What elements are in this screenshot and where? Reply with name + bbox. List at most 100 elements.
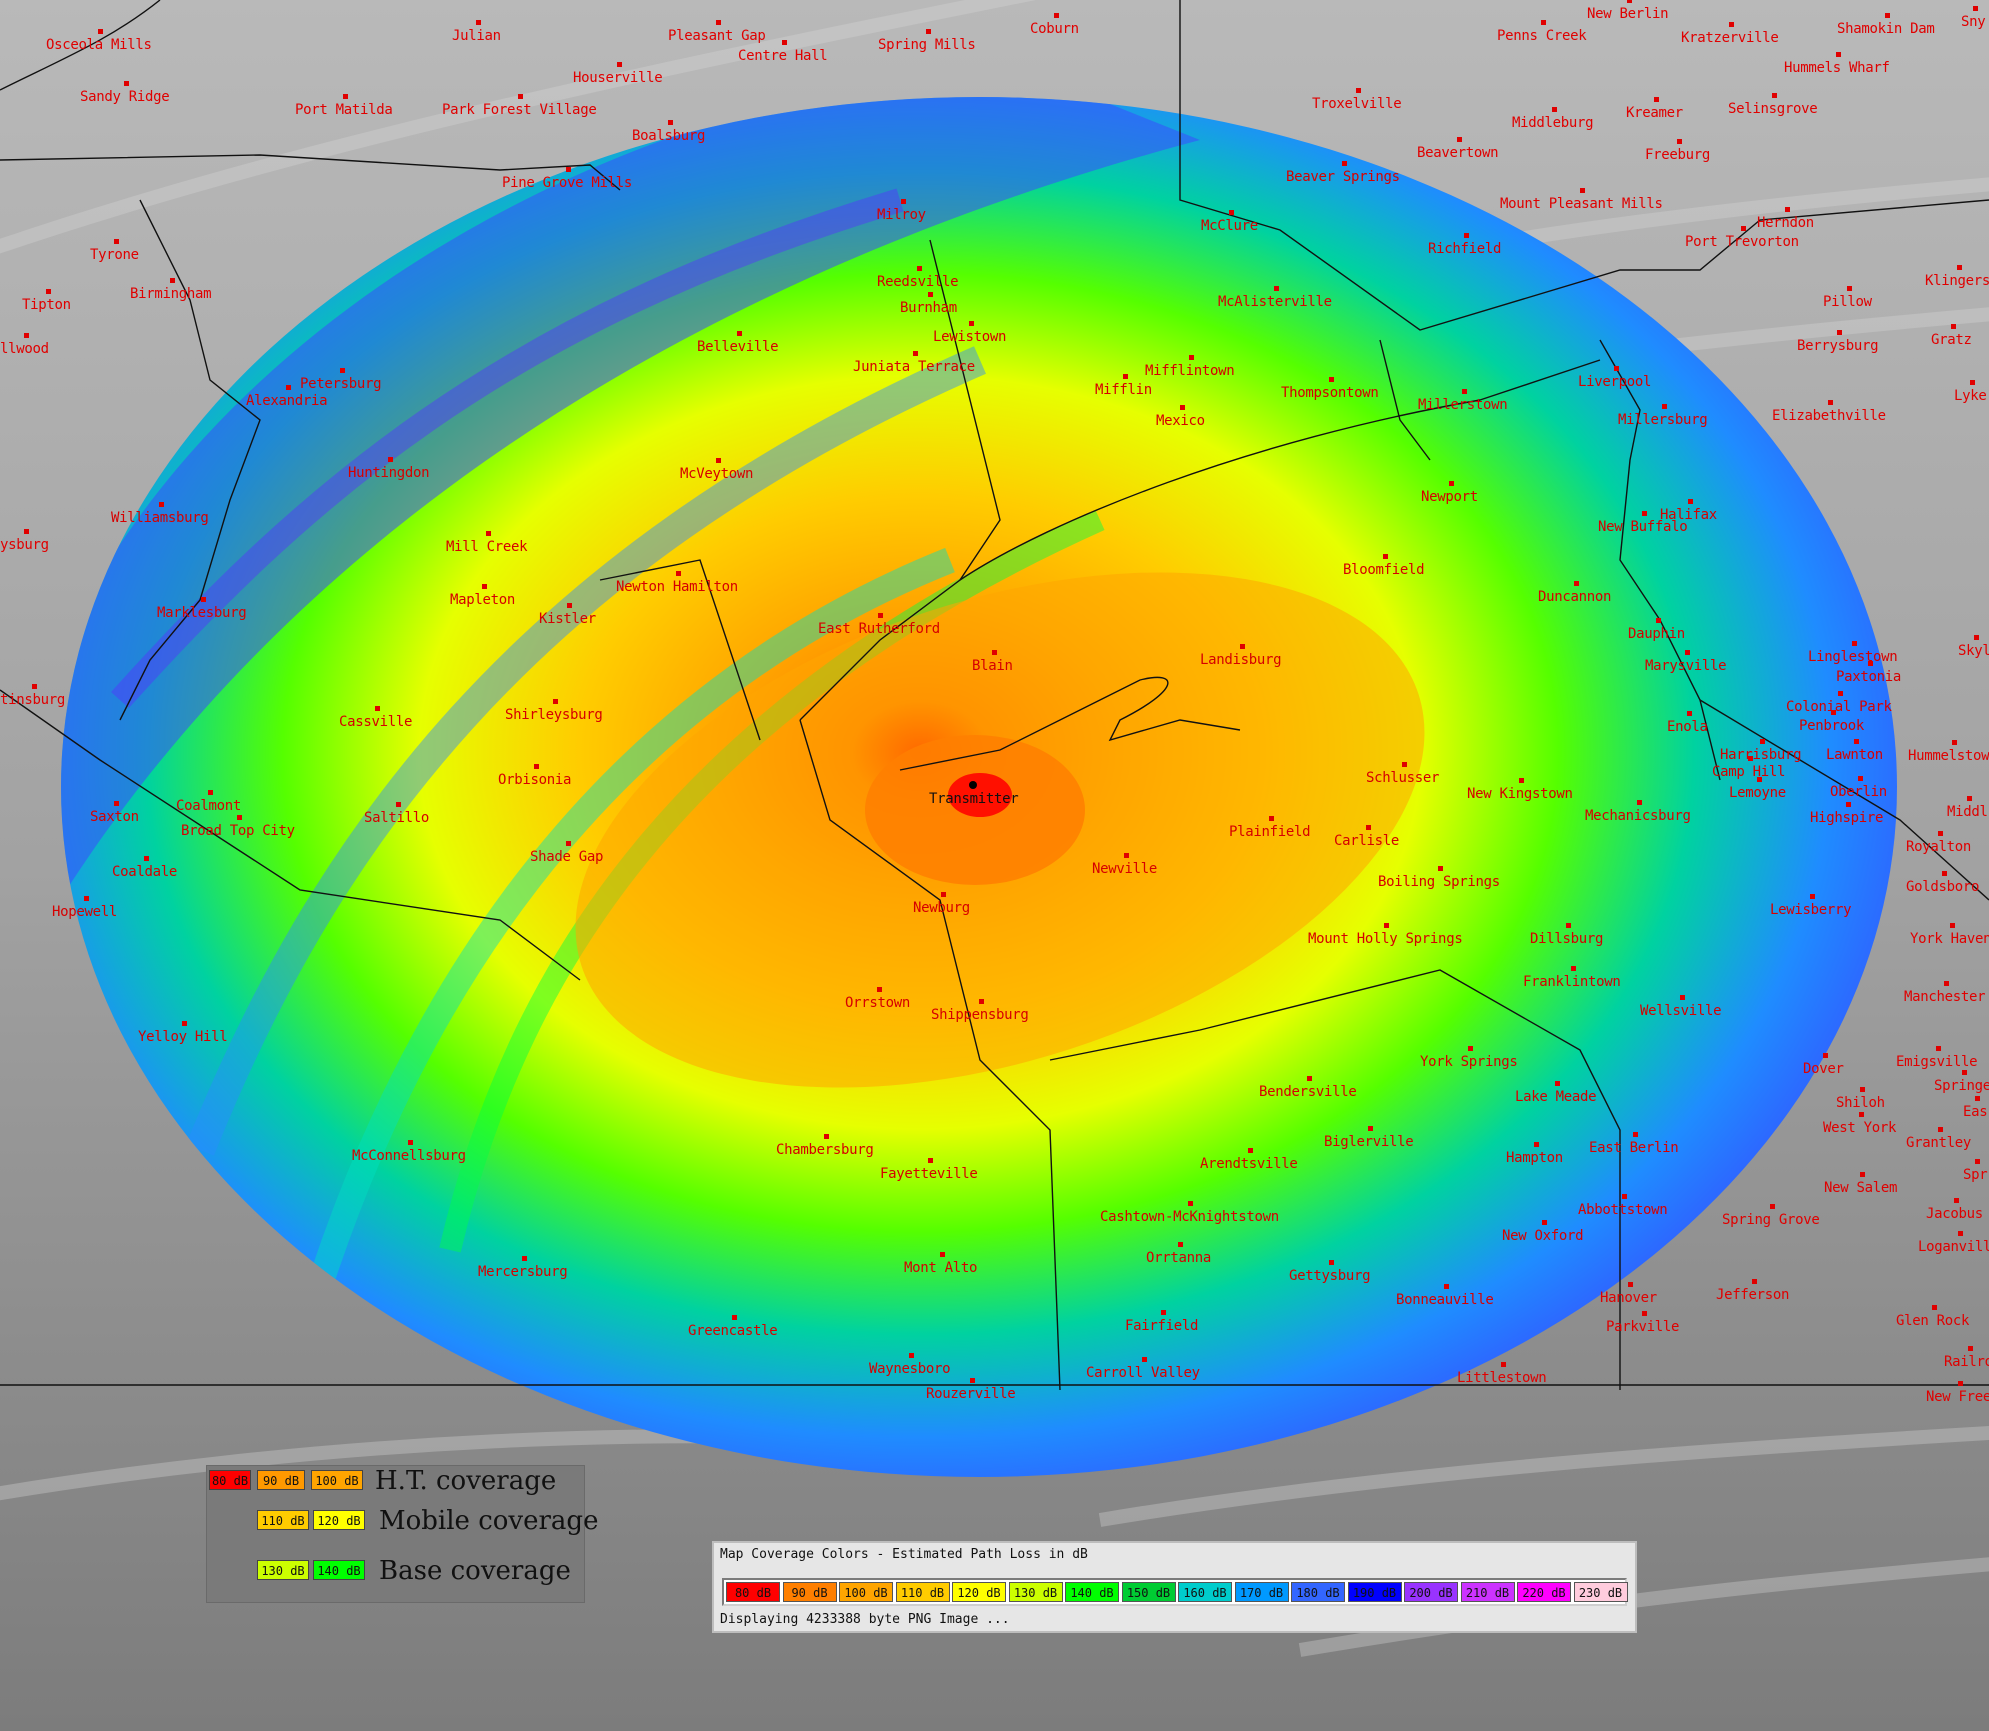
coverage-legend: 80 dB 90 dB 100 dB H.T. coverage 110 dB … <box>206 1465 598 1603</box>
town-label: Eas <box>1963 1104 1988 1120</box>
town-marker <box>1962 1070 1967 1075</box>
town-label: Duncannon <box>1538 589 1612 605</box>
town-label: Centre Hall <box>738 48 828 64</box>
town-label: Greencastle <box>688 1323 778 1339</box>
panel-swatch: 80 dB <box>726 1582 780 1602</box>
town-marker <box>1938 831 1943 836</box>
town-marker <box>1501 1362 1506 1367</box>
town-marker <box>1944 981 1949 986</box>
town-label: Pleasant Gap <box>668 28 766 44</box>
town-marker <box>1580 188 1585 193</box>
panel-swatch: 90 dB <box>782 1582 837 1602</box>
town-label: Kreamer <box>1626 105 1683 121</box>
town-label: Houserville <box>573 70 663 86</box>
panel-swatch: 110 dB <box>895 1582 950 1602</box>
town-marker <box>1974 635 1979 640</box>
town-marker <box>1329 1260 1334 1265</box>
town-marker <box>1571 966 1576 971</box>
town-marker <box>782 40 787 45</box>
town-label: New Buffalo <box>1598 519 1688 535</box>
town-marker <box>408 1140 413 1145</box>
town-marker <box>1574 581 1579 586</box>
town-marker <box>1189 355 1194 360</box>
panel-swatch: 230 dB <box>1573 1582 1628 1602</box>
town-marker <box>1662 404 1667 409</box>
town-marker <box>909 1353 914 1358</box>
town-marker <box>1633 1132 1638 1137</box>
town-label: Cassville <box>339 714 413 730</box>
legend-swatch-80: 80 dB <box>209 1470 251 1490</box>
legend-swatch-100: 100 dB <box>311 1470 363 1490</box>
town-label: Paxtonia <box>1836 669 1902 685</box>
town-marker <box>1188 1201 1193 1206</box>
town-label: Waynesboro <box>869 1361 951 1377</box>
town-marker <box>1752 1279 1757 1284</box>
town-label: Kratzerville <box>1681 30 1779 46</box>
town-marker <box>1858 776 1863 781</box>
town-label: Manchester <box>1904 989 1986 1005</box>
town-label: Newport <box>1421 489 1478 505</box>
town-marker <box>668 120 673 125</box>
town-marker <box>1688 499 1693 504</box>
town-label: Cashtown-McKnightstown <box>1100 1209 1279 1225</box>
town-label: Grantley <box>1906 1135 1972 1151</box>
town-label: Millersburg <box>1618 412 1708 428</box>
town-label: Dover <box>1803 1061 1844 1077</box>
town-label: Hampton <box>1506 1150 1563 1166</box>
town-marker <box>1885 13 1890 18</box>
town-marker <box>1402 762 1407 767</box>
town-marker <box>992 650 997 655</box>
town-label: Reedsville <box>877 274 959 290</box>
town-label: Carroll Valley <box>1086 1365 1200 1381</box>
town-label: Middleburg <box>1512 115 1594 131</box>
town-marker <box>482 584 487 589</box>
town-label: McClure <box>1201 218 1258 234</box>
town-marker <box>1384 923 1389 928</box>
town-label: Orrtanna <box>1146 1250 1212 1266</box>
town-label: Littlestown <box>1457 1370 1547 1386</box>
town-marker <box>522 1256 527 1261</box>
town-marker <box>159 502 164 507</box>
town-label: Coalmont <box>176 798 242 814</box>
town-marker <box>1627 0 1632 3</box>
town-marker <box>1968 1346 1973 1351</box>
town-label: Marysville <box>1645 658 1727 674</box>
town-marker <box>1868 661 1873 666</box>
town-marker <box>24 529 29 534</box>
town-label: Lawnton <box>1826 747 1883 763</box>
town-marker <box>1457 137 1462 142</box>
town-marker <box>1852 641 1857 646</box>
town-marker <box>1741 226 1746 231</box>
town-marker <box>824 1134 829 1139</box>
town-label: Loganville <box>1918 1239 1989 1255</box>
town-label: Lemoyne <box>1729 785 1786 801</box>
coverage-colors-panel: Map Coverage Colors - Estimated Path Los… <box>712 1541 1637 1633</box>
town-marker <box>1831 710 1836 715</box>
town-marker <box>1248 1148 1253 1153</box>
town-label: Coaldale <box>112 864 178 880</box>
town-label: Carlisle <box>1334 833 1400 849</box>
town-label: Oberlin <box>1830 784 1887 800</box>
town-marker <box>1462 389 1467 394</box>
town-marker <box>1449 481 1454 486</box>
town-label: Boiling Springs <box>1378 874 1500 890</box>
town-marker <box>1680 995 1685 1000</box>
town-label: Middl <box>1947 804 1988 820</box>
town-marker <box>1936 1046 1941 1051</box>
town-marker <box>970 1378 975 1383</box>
town-marker <box>926 29 931 34</box>
town-marker <box>567 603 572 608</box>
town-label: Lewistown <box>933 329 1007 345</box>
town-label: Fairfield <box>1125 1318 1199 1334</box>
town-label: Sandy Ridge <box>80 89 170 105</box>
town-marker <box>1687 711 1692 716</box>
town-label: New Berlin <box>1587 6 1669 22</box>
town-label: Pillow <box>1823 294 1872 310</box>
town-marker <box>182 1021 187 1026</box>
town-label: Railro <box>1944 1354 1989 1370</box>
town-marker <box>1859 1112 1864 1117</box>
town-marker <box>237 815 242 820</box>
town-label: Tyrone <box>90 247 139 263</box>
town-marker <box>716 20 721 25</box>
town-marker <box>941 892 946 897</box>
